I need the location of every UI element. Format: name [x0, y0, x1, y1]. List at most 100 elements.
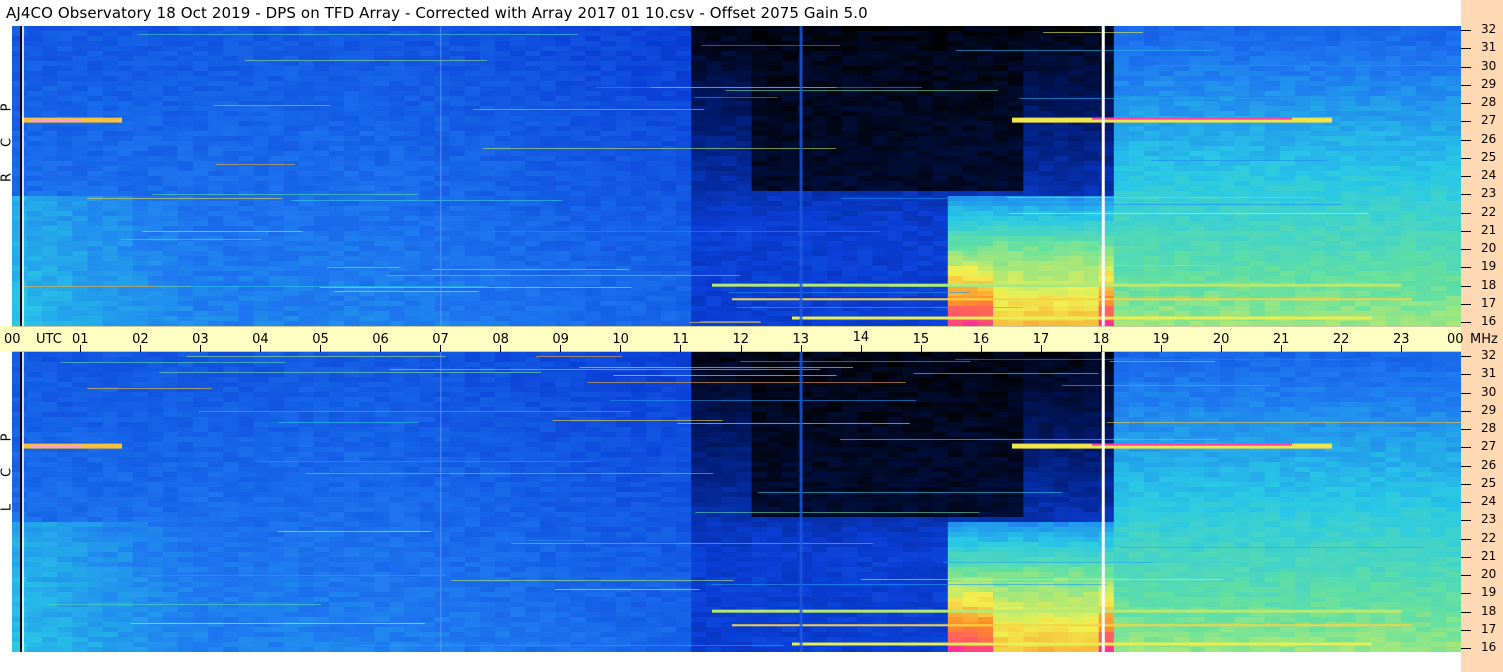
spectrogram-cell	[842, 91, 858, 97]
spectrogram-cell	[389, 176, 406, 182]
spectrogram-cell	[1249, 136, 1266, 142]
spectrogram-cell	[1249, 236, 1266, 242]
spectrogram-cell	[978, 196, 994, 202]
spectrogram-cell	[1008, 186, 1024, 192]
spectrogram-cell	[510, 161, 526, 167]
spectrogram-cell	[313, 211, 330, 217]
spectrogram-cell	[555, 251, 572, 257]
spectrogram-cell	[1219, 196, 1236, 202]
spectrogram-cell	[102, 96, 119, 102]
spectrogram-cell	[253, 241, 270, 247]
spectrogram-cell	[978, 191, 994, 197]
spectrogram-cell	[12, 221, 28, 227]
spectrogram-cell	[555, 131, 572, 137]
spectrogram-cell	[42, 296, 58, 302]
spectrogram-cell	[434, 256, 451, 262]
spectrogram-cell	[238, 251, 255, 257]
spectrogram-cell	[1189, 86, 1205, 92]
spectrogram-cell	[419, 206, 436, 212]
spectrogram-cell	[132, 46, 149, 52]
spectrogram-cell	[162, 66, 179, 72]
spectrogram-cell	[132, 276, 149, 282]
spectrogram-cell	[238, 191, 255, 197]
spectrogram-cell	[978, 231, 994, 237]
spectrogram-cell	[1053, 191, 1070, 197]
spectrogram-cell	[585, 176, 602, 182]
spectrogram-cell	[238, 186, 255, 192]
spectrogram-cell	[1234, 261, 1251, 267]
spectrogram-cell	[57, 51, 73, 57]
spectrogram-cell	[328, 176, 345, 182]
spectrogram-cell	[313, 111, 330, 117]
spectrogram-cell	[630, 241, 647, 247]
spectrogram-cell	[344, 161, 360, 167]
spectrogram-cell	[932, 31, 949, 37]
spectrogram-cell	[298, 201, 315, 207]
spectrogram-cell	[842, 271, 858, 277]
spectrogram-cell	[766, 151, 783, 157]
spectrogram-cell	[1038, 261, 1055, 267]
spectrogram-cell	[585, 311, 602, 317]
spectrogram-cell	[706, 111, 722, 117]
spectrogram-cell	[57, 71, 73, 77]
spectrogram-cell	[449, 246, 466, 252]
spectrogram-cell	[902, 96, 919, 102]
spectrogram-cell	[404, 211, 421, 217]
spectrogram-cell	[178, 111, 194, 117]
spectrogram-cell	[736, 316, 753, 322]
spectrogram-cell	[947, 166, 964, 172]
spectrogram-cell	[827, 151, 843, 157]
spectrogram-cell	[42, 86, 58, 92]
spectrogram-cell	[1144, 146, 1160, 152]
spectrogram-cell	[253, 41, 270, 47]
spectrogram-cell	[193, 301, 209, 307]
spectrogram-cell	[645, 296, 662, 302]
spectrogram-cell	[615, 111, 632, 117]
spectrogram-cell	[751, 236, 768, 242]
spectrogram-cell	[12, 26, 28, 32]
spectrogram-cell	[464, 256, 481, 262]
spectrogram-cell	[766, 261, 783, 267]
spectrogram-cell	[630, 251, 647, 257]
spectrogram-cell	[1008, 166, 1024, 172]
spectrogram-cell	[1159, 181, 1175, 187]
spectrogram-cell	[1113, 276, 1130, 282]
spectrogram-cell	[1038, 311, 1055, 317]
spectrogram-cell	[117, 251, 134, 257]
spectrogram-cell	[872, 146, 889, 152]
spectrogram-cell	[947, 201, 964, 207]
spectrogram-cell	[404, 66, 421, 72]
spectrogram-cell	[525, 111, 541, 117]
spectrogram-cell	[223, 106, 239, 112]
spectrogram-cell	[993, 181, 1009, 187]
spectrogram-cell	[1008, 171, 1024, 177]
spectrogram-cell	[193, 91, 209, 97]
spectrogram-cell	[645, 116, 662, 122]
spectrogram-cell	[962, 211, 979, 217]
spectrogram-cell	[721, 71, 738, 77]
spectrogram-cell	[1249, 141, 1266, 147]
spectrogram-cell	[811, 201, 828, 207]
spectrogram-cell	[751, 26, 768, 32]
spectrogram-cell	[208, 246, 224, 252]
spectrogram-cell	[57, 231, 73, 237]
spectrogram-cell	[359, 301, 375, 307]
spectrogram-cell	[1023, 276, 1039, 282]
spectrogram-cell	[766, 121, 783, 127]
spectrogram-cell	[1083, 91, 1100, 97]
spectrogram-cell	[479, 156, 496, 162]
spectrogram-cell	[540, 311, 556, 317]
spectrogram-cell	[1174, 81, 1190, 87]
spectrogram-cell	[962, 236, 979, 242]
spectrogram-cell	[585, 226, 602, 232]
spectrogram-cell	[1008, 276, 1024, 282]
spectrogram-cell	[253, 121, 270, 127]
spectrogram-cell	[872, 126, 889, 132]
spectrogram-cell	[1113, 146, 1130, 152]
spectrogram-cell	[1204, 41, 1221, 47]
spectrogram-cell	[781, 71, 798, 77]
spectrogram-cell	[570, 316, 587, 322]
spectrogram-cell	[1174, 141, 1190, 147]
spectrogram-cell	[978, 276, 994, 282]
spectrogram-cell	[374, 41, 390, 47]
